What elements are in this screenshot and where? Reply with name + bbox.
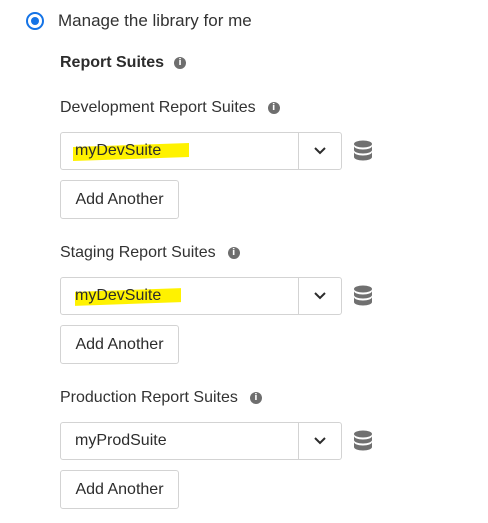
add-another-button[interactable]: Add Another <box>60 325 179 364</box>
staging-report-suites-group: Staging Report Suites i myDevSuite Add A… <box>60 242 374 364</box>
database-icon[interactable] <box>352 285 374 307</box>
production-suite-value: myProdSuite <box>75 432 167 449</box>
development-report-suites-group: Development Report Suites i myDevSuite A… <box>60 97 374 219</box>
radio-label: Manage the library for me <box>58 11 252 30</box>
report-suites-title: Report Suites <box>60 54 165 71</box>
staging-report-suites-label: Staging Report Suites <box>60 244 216 261</box>
production-report-suites-group: Production Report Suites i myProdSuite A… <box>60 387 374 509</box>
combobox-value[interactable]: myDevSuite <box>61 133 298 169</box>
info-icon[interactable]: i <box>174 57 187 69</box>
development-suite-value: myDevSuite <box>75 142 162 159</box>
radio-button-selected[interactable] <box>26 12 44 30</box>
dropdown-button[interactable] <box>298 423 341 459</box>
add-another-button[interactable]: Add Another <box>60 180 179 219</box>
development-report-suites-label: Development Report Suites <box>60 99 256 116</box>
combobox-value[interactable]: myDevSuite <box>61 278 298 314</box>
group-label: Staging Report Suites i <box>60 242 374 264</box>
dropdown-button[interactable] <box>298 133 341 169</box>
database-icon[interactable] <box>352 430 374 452</box>
manage-library-radio-option[interactable]: Manage the library for me <box>26 11 252 31</box>
staging-suite-value: myDevSuite <box>75 287 162 304</box>
database-icon[interactable] <box>352 140 374 162</box>
staging-suite-combobox[interactable]: myDevSuite <box>60 277 342 315</box>
report-suites-heading: Report Suites i <box>60 54 187 72</box>
combobox-value[interactable]: myProdSuite <box>61 423 298 459</box>
group-label: Development Report Suites i <box>60 97 374 119</box>
production-suite-combobox[interactable]: myProdSuite <box>60 422 342 460</box>
chevron-down-icon <box>314 147 326 155</box>
info-icon[interactable]: i <box>249 392 262 404</box>
add-another-button[interactable]: Add Another <box>60 470 179 509</box>
group-label: Production Report Suites i <box>60 387 374 409</box>
production-report-suites-label: Production Report Suites <box>60 389 238 406</box>
dropdown-button[interactable] <box>298 278 341 314</box>
development-suite-combobox[interactable]: myDevSuite <box>60 132 342 170</box>
chevron-down-icon <box>314 437 326 445</box>
info-icon[interactable]: i <box>267 102 280 114</box>
chevron-down-icon <box>314 292 326 300</box>
info-icon[interactable]: i <box>227 247 240 259</box>
